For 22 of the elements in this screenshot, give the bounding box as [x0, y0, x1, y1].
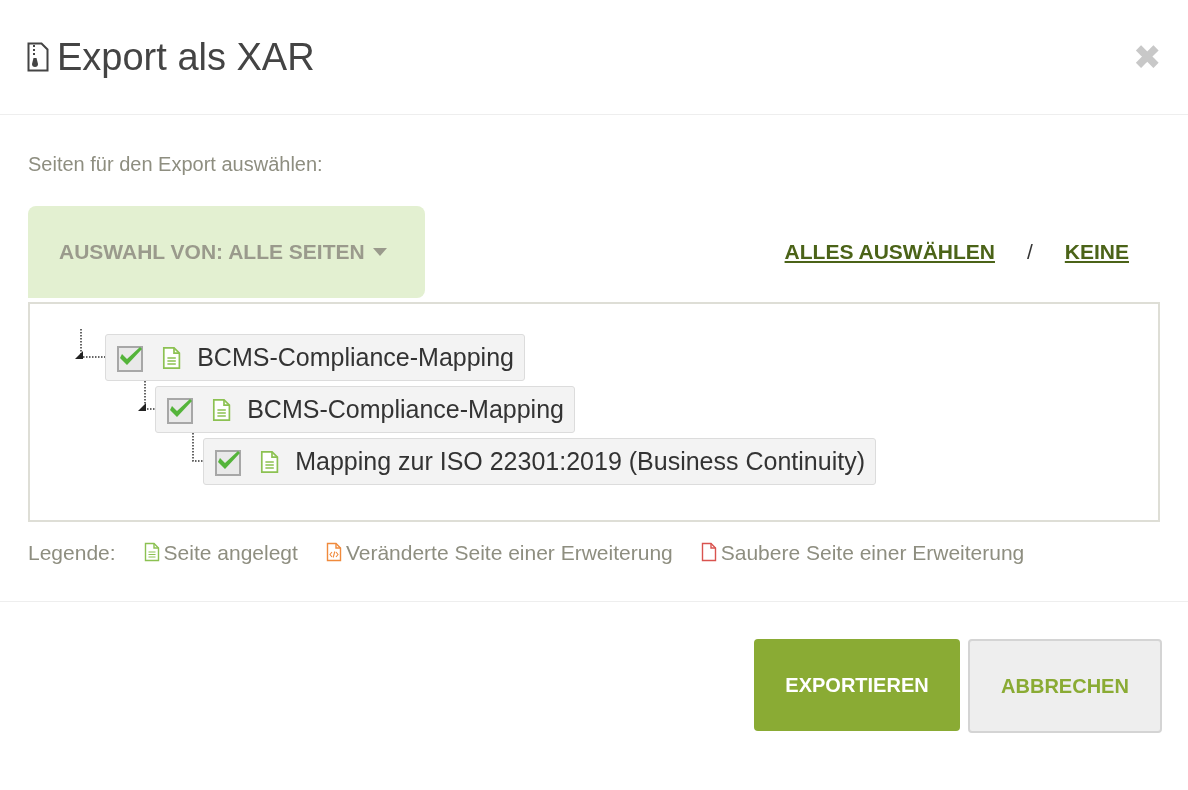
dialog-title: Export als XAR	[57, 34, 315, 80]
separator-text: /	[1026, 239, 1033, 266]
document-icon	[162, 345, 182, 370]
document-icon	[260, 449, 280, 474]
document-icon	[212, 397, 232, 422]
page-title: BCMS-Compliance-Mapping	[247, 393, 564, 425]
legend-text: Seite angelegt	[163, 540, 298, 566]
document-icon	[143, 542, 160, 562]
tree-node[interactable]: BCMS-Compliance-Mapping	[155, 386, 575, 433]
tree-node[interactable]: Mapping zur ISO 22301:2019 (Business Continuity)	[203, 438, 876, 485]
legend-label: Legende:	[28, 540, 116, 566]
blank-file-icon	[700, 542, 717, 562]
legend-text: Veränderte Seite einer Erweiterung	[345, 540, 673, 566]
legend-text: Saubere Seite einer Erweiterung	[720, 540, 1025, 566]
tree-node[interactable]: BCMS-Compliance-Mapping	[105, 334, 525, 381]
instruction-text: Seiten für den Export auswählen:	[28, 152, 324, 177]
page-title: BCMS-Compliance-Mapping	[197, 341, 514, 373]
select-link[interactable]: KEINE	[1064, 236, 1129, 268]
code-file-icon	[325, 542, 342, 562]
caret-icon	[372, 248, 387, 256]
page-title: Mapping zur ISO 22301:2019 (Business Continuity)	[295, 445, 865, 477]
select-link[interactable]: ALLES AUSWÄHLEN	[784, 236, 995, 268]
